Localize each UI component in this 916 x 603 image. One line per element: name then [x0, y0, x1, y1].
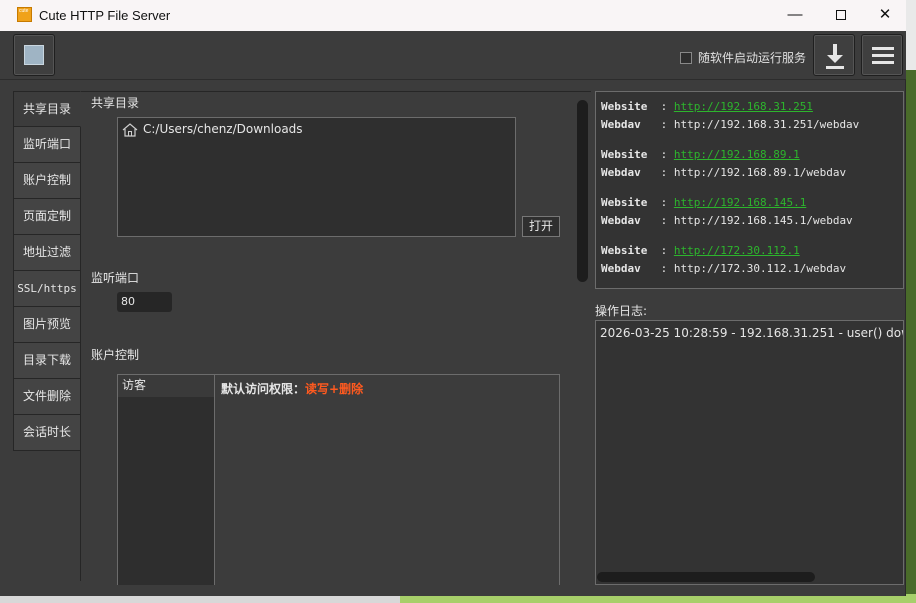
address-row: Website : http://192.168.89.1 — [601, 148, 800, 161]
settings-nav: 共享目录 监听端口 账户控制 页面定制 地址过滤 SSL/https 图片预览 … — [13, 91, 81, 581]
account-list[interactable]: 访客 — [118, 375, 215, 585]
webdav-url: http://192.168.31.251/webdav — [673, 118, 860, 131]
window-title: Cute HTTP File Server — [39, 8, 171, 23]
default-permission-label: 默认访问权限： — [221, 382, 306, 396]
share-dir-heading: 共享目录 — [91, 96, 140, 110]
nav-item-listen-port[interactable]: 监听端口 — [13, 127, 81, 163]
horizontal-scrollbar[interactable] — [597, 572, 815, 582]
webdav-url: http://192.168.145.1/webdav — [673, 214, 853, 227]
home-folder-icon — [122, 123, 138, 137]
download-button[interactable] — [813, 34, 855, 76]
stop-icon — [24, 45, 44, 65]
website-link[interactable]: http://192.168.31.251 — [674, 100, 813, 113]
website-link[interactable]: http://192.168.89.1 — [674, 148, 800, 161]
website-link[interactable]: http://192.168.145.1 — [674, 196, 806, 209]
nav-item-ssl-https[interactable]: SSL/https — [13, 271, 81, 307]
maximize-button[interactable] — [818, 0, 864, 31]
operation-log[interactable]: 2026-03-25 10:28:59 - 192.168.31.251 - u… — [595, 320, 904, 585]
webdav-label: Webdav — [601, 214, 641, 227]
close-button[interactable]: ✕ — [862, 0, 908, 31]
menu-button[interactable] — [861, 34, 903, 76]
address-row: Webdav : http://172.30.112.1/webdav — [601, 262, 847, 275]
website-link[interactable]: http://172.30.112.1 — [674, 244, 800, 257]
stop-server-button[interactable] — [13, 34, 55, 76]
default-permission: 默认访问权限：读写+删除 — [221, 380, 363, 397]
account-control-box: 访客 默认访问权限：读写+删除 — [117, 374, 560, 585]
nav-item-file-delete[interactable]: 文件删除 — [13, 379, 81, 415]
webdav-url: http://192.168.89.1/webdav — [673, 166, 847, 179]
autostart-label: 随软件启动运行服务 — [698, 51, 807, 65]
address-row: Website : http://192.168.145.1 — [601, 196, 807, 209]
account-control-heading: 账户控制 — [91, 348, 140, 362]
webdav-label: Webdav — [601, 118, 641, 131]
open-dir-button[interactable]: 打开 — [522, 216, 560, 237]
checkbox-icon — [680, 52, 692, 64]
address-row: Webdav : http://192.168.31.251/webdav — [601, 118, 860, 131]
autostart-checkbox[interactable]: 随软件启动运行服务 — [680, 49, 806, 66]
website-label: Website — [601, 148, 648, 161]
website-label: Website — [601, 196, 648, 209]
webdav-label: Webdav — [601, 166, 641, 179]
account-list-item[interactable]: 访客 — [118, 375, 214, 397]
nav-item-page-custom[interactable]: 页面定制 — [13, 199, 81, 235]
website-label: Website — [601, 244, 648, 257]
nav-spacer — [13, 451, 81, 581]
operation-log-heading: 操作日志: — [595, 304, 648, 318]
website-label: Website — [601, 100, 648, 113]
maximize-icon — [836, 10, 846, 21]
nav-item-image-preview[interactable]: 图片预览 — [13, 307, 81, 343]
toolbar: 随软件启动运行服务 — [0, 31, 906, 80]
listen-port-heading: 监听端口 — [91, 271, 140, 285]
close-icon: ✕ — [878, 6, 892, 23]
nav-item-address-filter[interactable]: 地址过滤 — [13, 235, 81, 271]
webdav-url: http://172.30.112.1/webdav — [673, 262, 847, 275]
settings-panel: 共享目录 C:/Users/chenz/Downloads 打开 监听端口 80… — [81, 91, 591, 585]
app-window: cute Cute HTTP File Server — ✕ 随软件启动运行服务 — [0, 0, 906, 596]
nav-item-share-dir[interactable]: 共享目录 — [13, 91, 81, 127]
share-dir-item[interactable]: C:/Users/chenz/Downloads — [143, 122, 303, 136]
address-row: Webdav : http://192.168.89.1/webdav — [601, 166, 847, 179]
port-input[interactable]: 80 — [117, 292, 172, 312]
nav-item-session-duration[interactable]: 会话时长 — [13, 415, 81, 451]
log-line: 2026-03-25 10:28:59 - 192.168.31.251 - u… — [600, 326, 904, 340]
title-bar[interactable]: cute Cute HTTP File Server — ✕ — [0, 0, 906, 31]
app-logo-text: cute — [19, 8, 29, 14]
download-icon — [826, 44, 844, 69]
default-permission-value: 读写+删除 — [305, 382, 364, 396]
nav-item-account-control[interactable]: 账户控制 — [13, 163, 81, 199]
address-list: Website : http://192.168.31.251 Webdav :… — [595, 91, 904, 289]
nav-item-dir-download[interactable]: 目录下载 — [13, 343, 81, 379]
address-row: Website : http://192.168.31.251 — [601, 100, 813, 113]
minimize-icon: — — [787, 6, 803, 23]
webdav-label: Webdav — [601, 262, 641, 275]
address-row: Website : http://172.30.112.1 — [601, 244, 800, 257]
hamburger-menu-icon — [872, 47, 894, 64]
vertical-scrollbar[interactable] — [577, 100, 588, 282]
share-dir-list[interactable]: C:/Users/chenz/Downloads — [117, 117, 516, 237]
app-logo-icon: cute — [17, 7, 32, 22]
minimize-button[interactable]: — — [772, 0, 818, 31]
address-row: Webdav : http://192.168.145.1/webdav — [601, 214, 853, 227]
